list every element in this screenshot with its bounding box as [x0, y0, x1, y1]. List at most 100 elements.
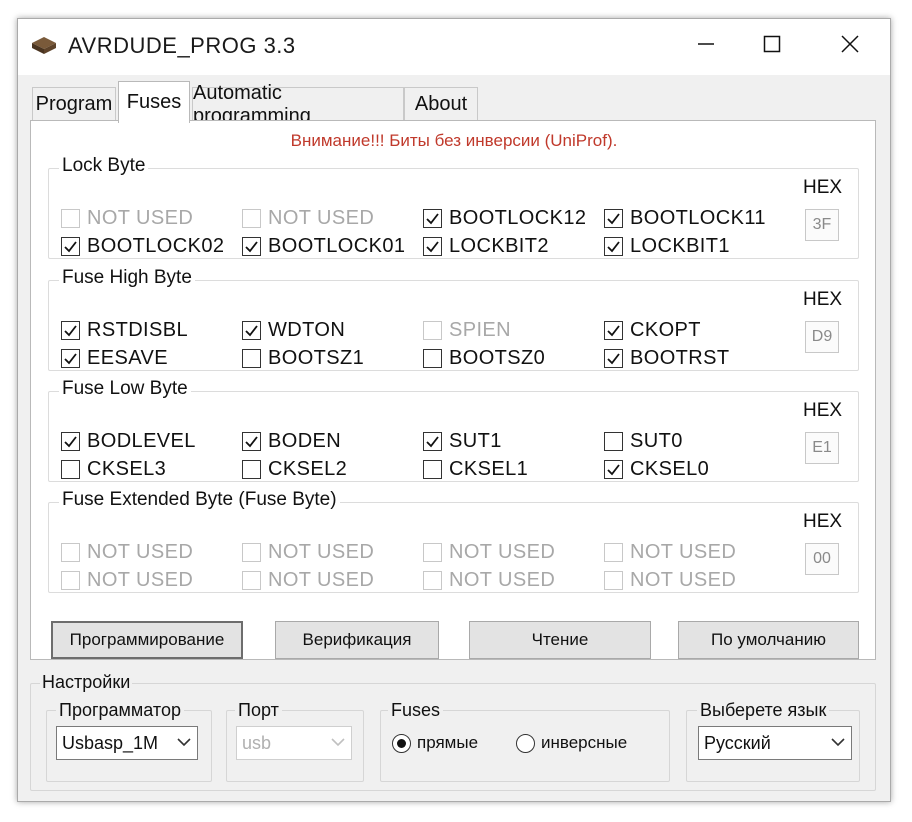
checkbox-checked-icon [423, 431, 442, 451]
checkbox-checked-icon [604, 208, 623, 228]
fuse-checkbox[interactable]: CKSEL3 [61, 456, 166, 482]
fuse-label: BOOTLOCK01 [268, 234, 406, 257]
checkbox-checked-icon [61, 431, 80, 451]
checkbox-checked-icon [61, 320, 80, 340]
fuse-checkbox[interactable]: WDTON [242, 317, 345, 343]
app-chip-icon [30, 33, 58, 57]
checkbox-empty-icon [61, 542, 80, 562]
fuse-label: NOT USED [268, 540, 375, 563]
fuse-extended-byte-group: Fuse Extended Byte (Fuse Byte) HEX 00 NO… [48, 489, 859, 593]
checkbox-checked-icon [604, 236, 623, 256]
fuse-checkbox[interactable]: CKSEL1 [423, 456, 528, 482]
fuse-checkbox: NOT USED [61, 205, 193, 231]
fuse-checkbox[interactable]: BOOTLOCK02 [61, 233, 224, 259]
fuse-label: BOOTLOCK11 [630, 206, 766, 229]
radio-unselected-icon [516, 733, 535, 753]
fuse-label: BOOTSZ1 [268, 346, 365, 369]
language-value: Русский [704, 732, 771, 753]
title-bar: AVRDUDE_PROG 3.3 [18, 19, 890, 75]
checkbox-empty-icon [423, 459, 442, 479]
programmer-value: Usbasp_1M [62, 732, 159, 753]
fuse-checkbox[interactable]: CKSEL2 [242, 456, 347, 482]
fuse-checkbox: NOT USED [604, 567, 736, 593]
fuse-checkbox[interactable]: SUT0 [604, 428, 683, 454]
language-select[interactable]: Русский [698, 726, 852, 760]
fuse-label: NOT USED [449, 568, 556, 591]
fuse-label: CKSEL3 [87, 457, 167, 480]
checkbox-empty-icon [61, 459, 80, 479]
tab-about[interactable]: About [404, 87, 478, 121]
fuse-checkbox: NOT USED [604, 539, 736, 565]
tab-program[interactable]: Program [32, 87, 116, 121]
radio-inverse[interactable]: инверсные [516, 730, 627, 756]
read-button[interactable]: Чтение [469, 621, 651, 659]
port-value: usb [242, 732, 272, 753]
fuse-label: NOT USED [630, 540, 737, 563]
checkbox-checked-icon [61, 236, 80, 256]
fuse-checkbox[interactable]: CKSEL0 [604, 456, 709, 482]
fuse-label: BOOTLOCK12 [449, 206, 587, 229]
fuse-label: SPIEN [449, 318, 512, 341]
fuse-checkbox[interactable]: BOOTSZ0 [423, 345, 545, 371]
fuse-label: BODLEVEL [87, 429, 196, 452]
fuse-checkbox[interactable]: BOOTRST [604, 345, 729, 371]
chevron-down-icon [331, 738, 345, 747]
window-title: AVRDUDE_PROG 3.3 [68, 33, 296, 58]
fuse-checkbox[interactable]: LOCKBIT2 [423, 233, 549, 259]
warning-message: Внимание!!! Биты без инверсии (UniProf). [290, 131, 618, 150]
programmer-select[interactable]: Usbasp_1M [56, 726, 198, 760]
checkbox-empty-icon [423, 570, 442, 590]
checkbox-checked-icon [242, 320, 261, 340]
port-select: usb [236, 726, 352, 760]
fuse-checkbox[interactable]: RSTDISBL [61, 317, 188, 343]
radio-inverse-label: инверсные [541, 733, 628, 752]
fuse-checkbox: NOT USED [423, 539, 555, 565]
chevron-down-icon [177, 738, 191, 747]
checkbox-empty-icon [242, 542, 261, 562]
fuse-low-byte-group: Fuse Low Byte HEX E1 BODLEVEL BODEN SUT1 SU… [48, 378, 859, 482]
hex-label: HEX [803, 511, 843, 532]
fuse-checkbox[interactable]: SUT1 [423, 428, 502, 454]
chevron-down-icon [831, 738, 845, 747]
checkbox-empty-icon [423, 320, 442, 340]
checkbox-empty-icon [61, 208, 80, 228]
verify-button[interactable]: Верификация [275, 621, 439, 659]
fuse-label: CKSEL2 [268, 457, 348, 480]
fuse-checkbox[interactable]: LOCKBIT1 [604, 233, 730, 259]
tab-fuses[interactable]: Fuses [118, 81, 190, 123]
hex-label: HEX [803, 177, 843, 198]
fuse-checkbox[interactable]: BOOTSZ1 [242, 345, 364, 371]
program-button[interactable]: Программирование [51, 621, 243, 659]
fuse-label: NOT USED [268, 206, 375, 229]
fuses-mode-label: Fuses [388, 700, 444, 721]
fuse-label: EESAVE [87, 346, 168, 369]
fuse-checkbox[interactable]: BODEN [242, 428, 341, 454]
fuse-checkbox[interactable]: EESAVE [61, 345, 168, 371]
radio-selected-icon [392, 733, 411, 753]
radio-direct-label: прямые [417, 733, 479, 752]
fuse-checkbox[interactable]: BOOTLOCK01 [242, 233, 405, 259]
fuse-label: SUT0 [630, 429, 683, 452]
checkbox-checked-icon [604, 459, 623, 479]
radio-direct[interactable]: прямые [392, 730, 478, 756]
default-button[interactable]: По умолчанию [678, 621, 859, 659]
tab-automatic-programming[interactable]: Automatic programming [192, 82, 404, 127]
checkbox-checked-icon [61, 348, 80, 368]
fuse-checkbox[interactable]: BOOTLOCK12 [423, 205, 586, 231]
hex-label: HEX [803, 289, 843, 310]
group-title: Fuse Extended Byte (Fuse Byte) [59, 489, 340, 511]
hex-value: D9 [805, 321, 839, 353]
fuse-checkbox[interactable]: BODLEVEL [61, 428, 196, 454]
checkbox-empty-icon [423, 542, 442, 562]
fuse-label: NOT USED [87, 540, 194, 563]
fuse-checkbox[interactable]: BOOTLOCK11 [604, 205, 766, 231]
fuse-checkbox[interactable]: CKOPT [604, 317, 701, 343]
fuse-label: CKSEL0 [630, 457, 710, 480]
maximize-button[interactable] [736, 19, 808, 69]
close-button[interactable] [814, 19, 886, 69]
fuse-label: NOT USED [268, 568, 375, 591]
checkbox-checked-icon [423, 236, 442, 256]
checkbox-empty-icon [61, 570, 80, 590]
language-label: Выберете язык [697, 700, 830, 721]
minimize-button[interactable] [670, 19, 742, 69]
